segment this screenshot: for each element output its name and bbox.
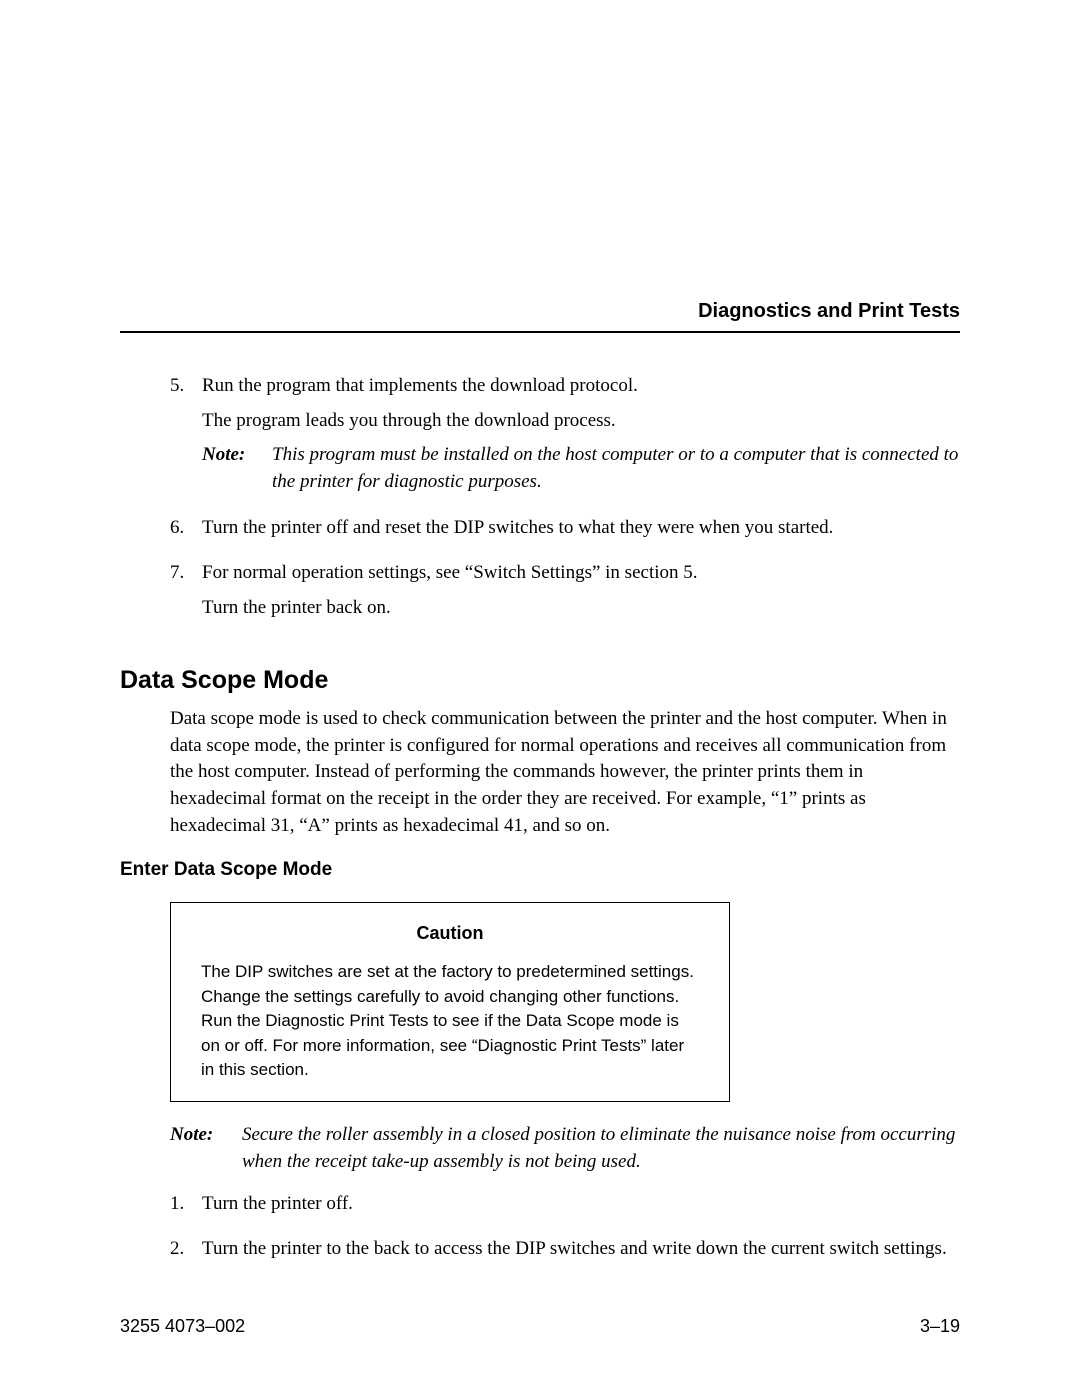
section-heading-data-scope-mode: Data Scope Mode <box>120 663 960 698</box>
item-content: Turn the printer off and reset the DIP s… <box>202 515 960 550</box>
paragraph: The program leads you through the downlo… <box>202 408 960 435</box>
footer-doc-id: 3255 4073–002 <box>120 1316 245 1337</box>
item-number: 7. <box>170 560 202 629</box>
list-item: 2. Turn the printer to the back to acces… <box>170 1236 960 1271</box>
note: Note: This program must be installed on … <box>202 442 960 495</box>
paragraph: Turn the printer to the back to access t… <box>202 1236 960 1263</box>
paragraph: For normal operation settings, see “Swit… <box>202 560 960 587</box>
note-label: Note: <box>202 442 272 495</box>
paragraph: Turn the printer off. <box>202 1191 960 1218</box>
list-item: 1. Turn the printer off. <box>170 1191 960 1226</box>
caution-title: Caution <box>201 921 699 946</box>
item-number: 6. <box>170 515 202 550</box>
running-header: Diagnostics and Print Tests <box>120 300 960 333</box>
item-content: Run the program that implements the down… <box>202 373 960 505</box>
item-number: 2. <box>170 1236 202 1271</box>
page-footer: 3255 4073–002 3–19 <box>120 1316 960 1337</box>
item-content: For normal operation settings, see “Swit… <box>202 560 960 629</box>
subsection-heading-enter-data-scope-mode: Enter Data Scope Mode <box>120 857 960 884</box>
list-item: 5. Run the program that implements the d… <box>170 373 960 505</box>
note: Note: Secure the roller assembly in a cl… <box>170 1122 960 1175</box>
procedure-list-enter-mode: 1. Turn the printer off. 2. Turn the pri… <box>170 1191 960 1270</box>
paragraph: Run the program that implements the down… <box>202 373 960 400</box>
footer-page-number: 3–19 <box>920 1316 960 1337</box>
note-text: Secure the roller assembly in a closed p… <box>242 1122 960 1175</box>
list-item: 6. Turn the printer off and reset the DI… <box>170 515 960 550</box>
paragraph: Turn the printer off and reset the DIP s… <box>202 515 960 542</box>
item-number: 5. <box>170 373 202 505</box>
page: Diagnostics and Print Tests 5. Run the p… <box>0 0 1080 1397</box>
body: 5. Run the program that implements the d… <box>120 373 960 1270</box>
caution-body: The DIP switches are set at the factory … <box>201 960 699 1083</box>
paragraph: Turn the printer back on. <box>202 595 960 622</box>
procedure-list-continued: 5. Run the program that implements the d… <box>170 373 960 629</box>
item-content: Turn the printer to the back to access t… <box>202 1236 960 1271</box>
item-content: Turn the printer off. <box>202 1191 960 1226</box>
note-label: Note: <box>170 1122 242 1175</box>
caution-box: Caution The DIP switches are set at the … <box>170 902 730 1102</box>
section-paragraph: Data scope mode is used to check communi… <box>170 706 960 839</box>
note-text: This program must be installed on the ho… <box>272 442 960 495</box>
list-item: 7. For normal operation settings, see “S… <box>170 560 960 629</box>
item-number: 1. <box>170 1191 202 1226</box>
